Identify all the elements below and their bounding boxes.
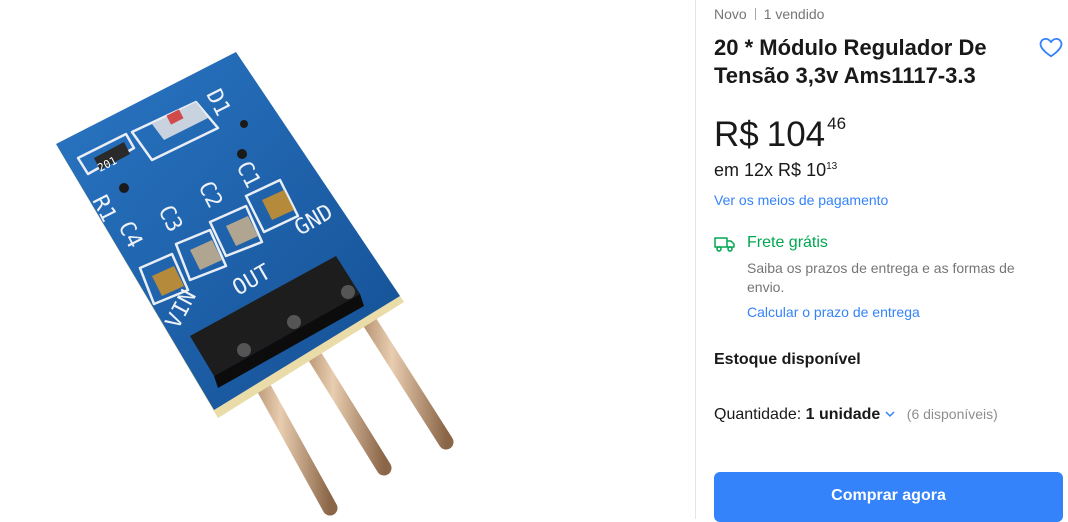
installments-prefix: em 12x bbox=[714, 160, 774, 180]
quantity-value: 1 unidade bbox=[805, 406, 881, 423]
payment-methods-link[interactable]: Ver os meios de pagamento bbox=[714, 192, 888, 208]
price-cents: 46 bbox=[827, 114, 847, 133]
installments-cents: 13 bbox=[826, 161, 838, 172]
price-integer: 104 bbox=[766, 115, 826, 154]
product-subtitle: Novo 1 vendido bbox=[714, 6, 824, 22]
truck-icon bbox=[714, 236, 736, 252]
installments: em 12x R$ 1013 bbox=[714, 160, 837, 181]
free-shipping-title: Frete grátis bbox=[747, 234, 828, 251]
installments-currency: R$ bbox=[778, 160, 802, 180]
quantity-selector[interactable]: 1 unidade bbox=[806, 406, 897, 423]
quantity-label: Quantidade: bbox=[714, 406, 802, 423]
stock-title: Estoque disponível bbox=[714, 351, 861, 368]
product-image-gallery[interactable]: D1 201 R1 C1 C2 C3 C4 GND OUT VIN bbox=[0, 0, 695, 519]
subtitle-separator bbox=[754, 8, 756, 20]
chevron-down-icon bbox=[884, 407, 896, 419]
installments-integer: 10 bbox=[806, 160, 827, 180]
available-count: (6 disponíveis) bbox=[906, 406, 998, 422]
sold-count: 1 vendido bbox=[763, 6, 825, 22]
calculate-delivery-link[interactable]: Calcular o prazo de entrega bbox=[747, 304, 920, 320]
shipping-description: Saiba os prazos de entrega e as formas d… bbox=[747, 260, 1015, 295]
product-title: 20 * Módulo Regulador De Tensão 3,3v Ams… bbox=[714, 35, 987, 88]
price-currency: R$ bbox=[714, 115, 759, 154]
column-divider bbox=[695, 0, 696, 519]
product-info-panel: Novo 1 vendido 20 * Módulo Regulador De T… bbox=[714, 0, 1064, 522]
heart-outline-icon[interactable] bbox=[1038, 34, 1064, 60]
condition-label: Novo bbox=[714, 6, 747, 22]
price: R$ 104 46 bbox=[714, 114, 846, 155]
product-image: D1 201 R1 C1 C2 C3 C4 GND OUT VIN bbox=[56, 52, 454, 516]
buy-now-button[interactable]: Comprar agora bbox=[714, 472, 1063, 522]
quantity-row: Quantidade: 1 unidade (6 disponíveis) bbox=[714, 406, 998, 424]
